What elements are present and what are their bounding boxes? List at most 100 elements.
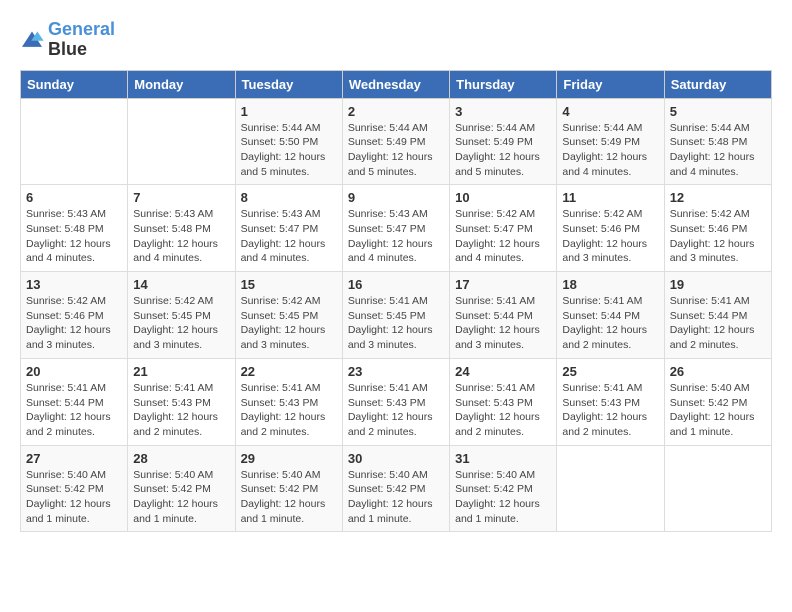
day-info: Sunrise: 5:41 AMSunset: 5:43 PMDaylight:…: [562, 381, 658, 440]
day-number: 30: [348, 451, 444, 466]
day-number: 29: [241, 451, 337, 466]
day-info: Sunrise: 5:41 AMSunset: 5:43 PMDaylight:…: [241, 381, 337, 440]
calendar-cell: [21, 98, 128, 185]
day-info: Sunrise: 5:42 AMSunset: 5:46 PMDaylight:…: [26, 294, 122, 353]
day-info: Sunrise: 5:43 AMSunset: 5:48 PMDaylight:…: [26, 207, 122, 266]
day-number: 23: [348, 364, 444, 379]
day-number: 3: [455, 104, 551, 119]
calendar-week-row: 13 Sunrise: 5:42 AMSunset: 5:46 PMDayligh…: [21, 272, 772, 359]
calendar-cell: 2 Sunrise: 5:44 AMSunset: 5:49 PMDaylight…: [342, 98, 449, 185]
day-number: 24: [455, 364, 551, 379]
calendar-cell: 29 Sunrise: 5:40 AMSunset: 5:42 PMDayligh…: [235, 445, 342, 532]
day-info: Sunrise: 5:41 AMSunset: 5:44 PMDaylight:…: [455, 294, 551, 353]
calendar-cell: [557, 445, 664, 532]
calendar-cell: 1Sunrise: 5:44 AMSunset: 5:50 PMDaylight…: [235, 98, 342, 185]
calendar-cell: 11Sunrise: 5:42 AMSunset: 5:46 PMDayligh…: [557, 185, 664, 272]
calendar-cell: [664, 445, 771, 532]
calendar-table: SundayMondayTuesdayWednesdayThursdayFrid…: [20, 70, 772, 533]
calendar-week-row: 20 Sunrise: 5:41 AMSunset: 5:44 PMDayligh…: [21, 358, 772, 445]
day-info: Sunrise: 5:42 AMSunset: 5:46 PMDaylight:…: [562, 207, 658, 266]
calendar-cell: 10 Sunrise: 5:42 AMSunset: 5:47 PMDayligh…: [450, 185, 557, 272]
calendar-cell: 19 Sunrise: 5:41 AMSunset: 5:44 PMDayligh…: [664, 272, 771, 359]
calendar-header-row: SundayMondayTuesdayWednesdayThursdayFrid…: [21, 70, 772, 98]
day-number: 2: [348, 104, 444, 119]
day-info: Sunrise: 5:40 AMSunset: 5:42 PMDaylight:…: [455, 468, 551, 527]
day-info: Sunrise: 5:42 AMSunset: 5:46 PMDaylight:…: [670, 207, 766, 266]
day-info: Sunrise: 5:44 AMSunset: 5:49 PMDaylight:…: [455, 121, 551, 180]
weekday-header: Thursday: [450, 70, 557, 98]
calendar-cell: 30 Sunrise: 5:40 AMSunset: 5:42 PMDayligh…: [342, 445, 449, 532]
calendar-cell: 15 Sunrise: 5:42 AMSunset: 5:45 PMDayligh…: [235, 272, 342, 359]
calendar-cell: 9 Sunrise: 5:43 AMSunset: 5:47 PMDaylight…: [342, 185, 449, 272]
day-info: Sunrise: 5:41 AMSunset: 5:44 PMDaylight:…: [26, 381, 122, 440]
day-info: Sunrise: 5:44 AMSunset: 5:49 PMDaylight:…: [562, 121, 658, 180]
day-info: Sunrise: 5:42 AMSunset: 5:47 PMDaylight:…: [455, 207, 551, 266]
calendar-cell: 31 Sunrise: 5:40 AMSunset: 5:42 PMDayligh…: [450, 445, 557, 532]
day-info: Sunrise: 5:40 AMSunset: 5:42 PMDaylight:…: [670, 381, 766, 440]
calendar-cell: 17Sunrise: 5:41 AMSunset: 5:44 PMDayligh…: [450, 272, 557, 359]
weekday-header: Tuesday: [235, 70, 342, 98]
calendar-cell: [128, 98, 235, 185]
weekday-header: Monday: [128, 70, 235, 98]
day-number: 7: [133, 190, 229, 205]
calendar-cell: 26 Sunrise: 5:40 AMSunset: 5:42 PMDayligh…: [664, 358, 771, 445]
day-info: Sunrise: 5:41 AMSunset: 5:43 PMDaylight:…: [455, 381, 551, 440]
day-info: Sunrise: 5:44 AMSunset: 5:50 PMDaylight:…: [241, 121, 337, 180]
weekday-header: Friday: [557, 70, 664, 98]
day-number: 28: [133, 451, 229, 466]
page-header: General Blue: [20, 20, 772, 60]
calendar-cell: 16 Sunrise: 5:41 AMSunset: 5:45 PMDayligh…: [342, 272, 449, 359]
calendar-week-row: 27 Sunrise: 5:40 AMSunset: 5:42 PMDayligh…: [21, 445, 772, 532]
calendar-cell: 24 Sunrise: 5:41 AMSunset: 5:43 PMDayligh…: [450, 358, 557, 445]
day-number: 31: [455, 451, 551, 466]
day-info: Sunrise: 5:42 AMSunset: 5:45 PMDaylight:…: [133, 294, 229, 353]
calendar-cell: 7 Sunrise: 5:43 AMSunset: 5:48 PMDaylight…: [128, 185, 235, 272]
day-info: Sunrise: 5:40 AMSunset: 5:42 PMDaylight:…: [348, 468, 444, 527]
day-number: 27: [26, 451, 122, 466]
day-number: 20: [26, 364, 122, 379]
calendar-cell: 5 Sunrise: 5:44 AMSunset: 5:48 PMDaylight…: [664, 98, 771, 185]
day-info: Sunrise: 5:40 AMSunset: 5:42 PMDaylight:…: [241, 468, 337, 527]
logo: General Blue: [20, 20, 115, 60]
day-number: 25: [562, 364, 658, 379]
calendar-cell: 3 Sunrise: 5:44 AMSunset: 5:49 PMDaylight…: [450, 98, 557, 185]
day-info: Sunrise: 5:43 AMSunset: 5:48 PMDaylight:…: [133, 207, 229, 266]
day-number: 8: [241, 190, 337, 205]
calendar-cell: 8 Sunrise: 5:43 AMSunset: 5:47 PMDaylight…: [235, 185, 342, 272]
day-number: 16: [348, 277, 444, 292]
day-info: Sunrise: 5:40 AMSunset: 5:42 PMDaylight:…: [133, 468, 229, 527]
day-info: Sunrise: 5:44 AMSunset: 5:49 PMDaylight:…: [348, 121, 444, 180]
calendar-cell: 28 Sunrise: 5:40 AMSunset: 5:42 PMDayligh…: [128, 445, 235, 532]
day-info: Sunrise: 5:44 AMSunset: 5:48 PMDaylight:…: [670, 121, 766, 180]
calendar-week-row: 6 Sunrise: 5:43 AMSunset: 5:48 PMDaylight…: [21, 185, 772, 272]
day-number: 13: [26, 277, 122, 292]
day-info: Sunrise: 5:42 AMSunset: 5:45 PMDaylight:…: [241, 294, 337, 353]
weekday-header: Saturday: [664, 70, 771, 98]
day-info: Sunrise: 5:41 AMSunset: 5:43 PMDaylight:…: [133, 381, 229, 440]
day-number: 15: [241, 277, 337, 292]
calendar-week-row: 1Sunrise: 5:44 AMSunset: 5:50 PMDaylight…: [21, 98, 772, 185]
weekday-header: Sunday: [21, 70, 128, 98]
calendar-cell: 18Sunrise: 5:41 AMSunset: 5:44 PMDayligh…: [557, 272, 664, 359]
day-info: Sunrise: 5:41 AMSunset: 5:45 PMDaylight:…: [348, 294, 444, 353]
logo-text: General Blue: [48, 20, 115, 60]
day-number: 5: [670, 104, 766, 119]
day-number: 9: [348, 190, 444, 205]
day-number: 10: [455, 190, 551, 205]
day-number: 19: [670, 277, 766, 292]
day-info: Sunrise: 5:41 AMSunset: 5:44 PMDaylight:…: [562, 294, 658, 353]
calendar-cell: 27Sunrise: 5:40 AMSunset: 5:42 PMDayligh…: [21, 445, 128, 532]
day-info: Sunrise: 5:43 AMSunset: 5:47 PMDaylight:…: [348, 207, 444, 266]
day-number: 4: [562, 104, 658, 119]
day-info: Sunrise: 5:43 AMSunset: 5:47 PMDaylight:…: [241, 207, 337, 266]
calendar-cell: 25 Sunrise: 5:41 AMSunset: 5:43 PMDayligh…: [557, 358, 664, 445]
calendar-cell: 21Sunrise: 5:41 AMSunset: 5:43 PMDayligh…: [128, 358, 235, 445]
day-number: 12: [670, 190, 766, 205]
calendar-cell: 13 Sunrise: 5:42 AMSunset: 5:46 PMDayligh…: [21, 272, 128, 359]
day-number: 26: [670, 364, 766, 379]
calendar-cell: 12 Sunrise: 5:42 AMSunset: 5:46 PMDayligh…: [664, 185, 771, 272]
calendar-cell: 14Sunrise: 5:42 AMSunset: 5:45 PMDayligh…: [128, 272, 235, 359]
day-number: 6: [26, 190, 122, 205]
day-number: 22: [241, 364, 337, 379]
day-info: Sunrise: 5:41 AMSunset: 5:44 PMDaylight:…: [670, 294, 766, 353]
